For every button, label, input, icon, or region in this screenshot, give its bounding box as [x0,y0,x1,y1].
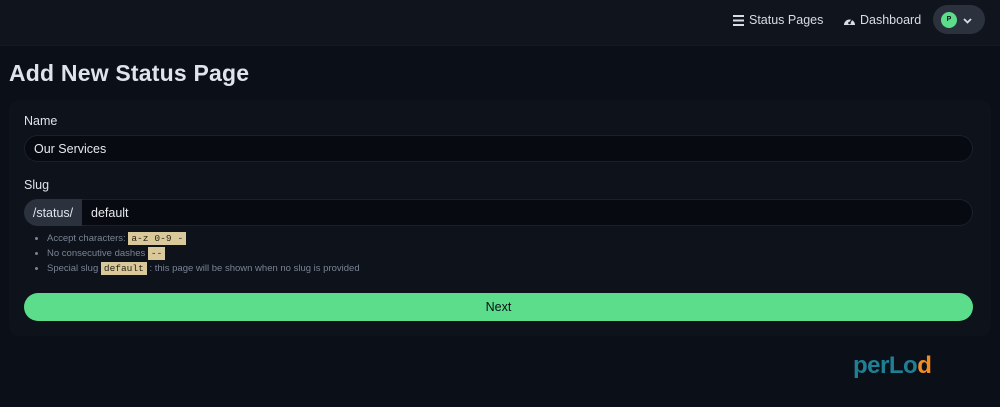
slug-label: Slug [24,178,50,192]
slug-hints-list: Accept characters: a-z0-9- No consecutiv… [47,231,360,276]
nav-status-pages-link[interactable]: Status Pages [733,0,823,40]
hint-code: -- [147,247,166,260]
hint-no-consecutive-dashes: No consecutive dashes -- [47,246,360,261]
perload-watermark-logo: perLod [853,352,932,380]
gauge-icon [843,15,856,26]
logo-part: Lo [888,352,918,379]
hint-dashes-text: No consecutive dashes [47,248,146,259]
slug-prefix: /status/ [24,199,82,226]
hint-special-text: Special slug [47,263,99,274]
slug-input[interactable] [82,199,973,226]
top-navbar: Status Pages Dashboard P [0,0,1000,46]
name-label: Name [24,114,58,128]
page-title: Add New Status Page [9,60,250,86]
nav-status-pages-label: Status Pages [749,13,824,27]
list-icon [733,14,745,26]
name-input[interactable] [24,135,973,162]
logo-part: per [853,352,889,379]
logo-part: d [917,352,932,379]
hint-accept-text: Accept characters: [47,233,126,244]
hint-code: default [100,262,147,275]
user-menu-dropdown[interactable]: P [933,5,985,34]
avatar: P [941,11,957,28]
hint-special-slug: Special slug default : this page will be… [47,261,360,276]
chevron-down-icon [963,11,972,29]
nav-dashboard-link[interactable]: Dashboard [843,0,921,40]
hint-code: 0-9 [151,232,175,245]
hint-code: a-z [128,232,152,245]
slug-input-group: /status/ [24,199,973,226]
hint-code: - [174,232,187,245]
next-button[interactable]: Next [24,293,973,321]
hint-accept-characters: Accept characters: a-z0-9- [47,231,360,246]
hint-special-suffix: : this page will be shown when no slug i… [149,263,360,274]
nav-dashboard-label: Dashboard [860,13,922,27]
